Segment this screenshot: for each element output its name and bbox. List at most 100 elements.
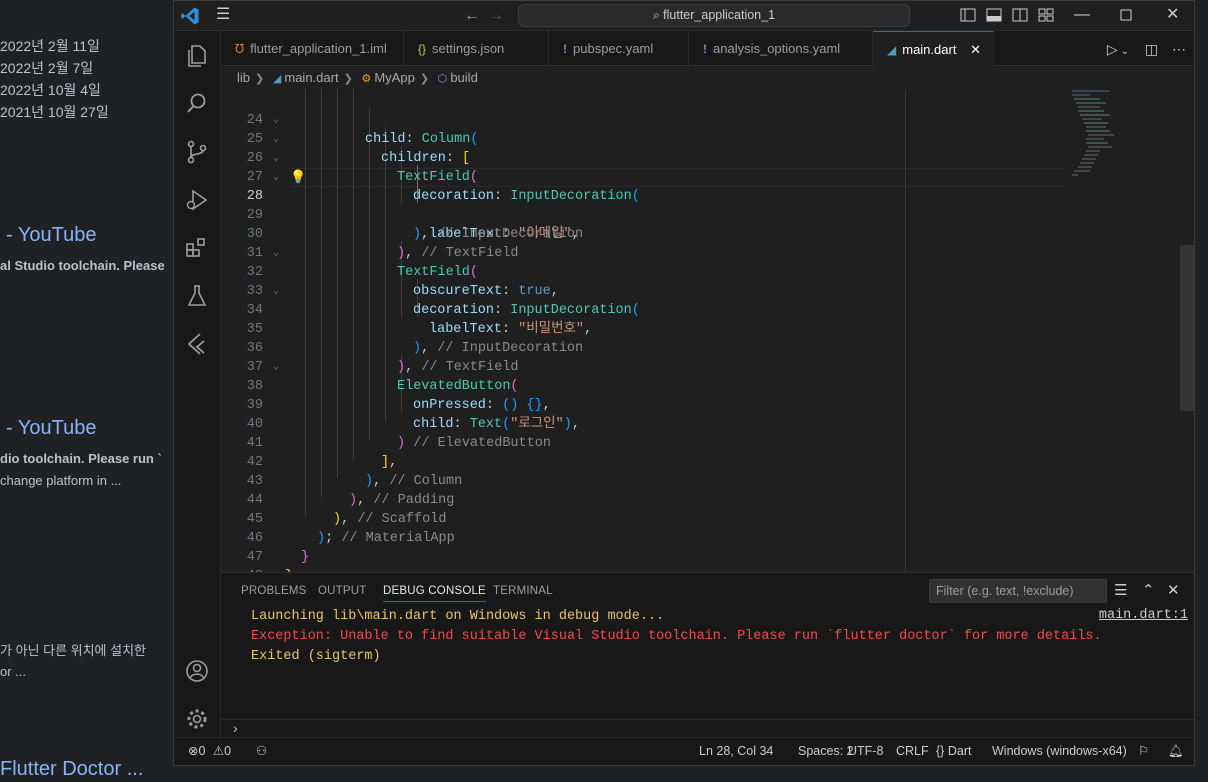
code-line: 30 ), // TextField (221, 206, 1194, 261)
debug-status-icon[interactable]: ⚇ (256, 738, 267, 764)
code-line: 44 ), // Scaffold (221, 472, 1194, 527)
yaml-icon: ! (703, 42, 707, 56)
chevron-right-icon: ❯ (255, 73, 265, 85)
clear-console-icon[interactable]: ☰ (1114, 583, 1127, 599)
code-line: 40 ) // ElevatedButton (221, 396, 1194, 451)
code-line: 38 onPressed: () {}, (221, 358, 1194, 413)
warning-icon: ⚠ (212, 744, 225, 758)
tab-problems[interactable]: PROBLEMS (241, 585, 307, 597)
command-center-search[interactable]: ⌕ flutter_application_1 (518, 4, 910, 27)
code-line: 24 ⌄ child: Column( (221, 92, 1194, 147)
tab-settings-json[interactable]: {} settings.json (404, 31, 549, 66)
result-snippet: dio toolchain. Please run ` (0, 451, 162, 466)
code-line: 37 ⌄ ElevatedButton( (221, 339, 1194, 394)
run-debug-icon[interactable] (184, 187, 210, 213)
scrollbar-thumb[interactable] (1180, 245, 1194, 411)
prompt-chevron-icon: › (233, 720, 238, 736)
chevron-up-icon[interactable]: ⌃ (1142, 583, 1155, 599)
source-location-link[interactable]: main.dart:1 (1099, 608, 1188, 623)
breadcrumb-item[interactable]: lib (237, 70, 250, 85)
settings-gear-icon[interactable] (184, 706, 210, 732)
code-line: 25 ⌄ children: [ (221, 111, 1194, 166)
lightbulb-icon[interactable]: 💡 (290, 168, 306, 187)
result-snippet: al Studio toolchain. Please (0, 258, 165, 273)
breadcrumb-item[interactable]: build (450, 70, 477, 85)
console-line: Exited (sigterm) (251, 649, 381, 664)
filter-input[interactable]: Filter (e.g. text, !exclude) (929, 579, 1107, 603)
split-editor-icon[interactable]: ◫ (1145, 41, 1158, 57)
activity-bar (174, 31, 221, 739)
tab-label: analysis_options.yaml (713, 41, 841, 56)
customize-layout-icon[interactable] (1038, 8, 1054, 22)
rss-icon: ℧ (235, 42, 245, 56)
debug-console-input[interactable]: › (221, 719, 1194, 739)
tab-label: flutter_application_1.iml (250, 41, 387, 56)
close-panel-icon[interactable]: ✕ (1167, 583, 1180, 599)
code-line: 34 labelText: "비밀번호", (221, 282, 1194, 337)
close-window-icon[interactable]: ✕ (1166, 5, 1179, 25)
code-editor[interactable]: 24 ⌄ child: Column( 25 ⌄ children: [ 26 ⌄ T… (221, 89, 1194, 572)
device-status[interactable]: Windows (windows-x64) (992, 738, 1127, 764)
tab-output[interactable]: OUTPUT (318, 585, 366, 597)
tab-flutter-application-iml[interactable]: ℧ flutter_application_1.iml (221, 31, 404, 66)
breadcrumb-item[interactable]: main.dart (284, 70, 338, 85)
explorer-icon[interactable] (184, 43, 210, 69)
editor-actions: ▷ ⌄ ◫ ⋯ (1107, 41, 1186, 58)
warning-count: 0 (224, 744, 232, 758)
editor-scrollbar[interactable] (1180, 89, 1194, 572)
problems-status[interactable]: ⊗0 ⚠0 (188, 738, 231, 764)
menu-icon[interactable]: ☰ (216, 7, 234, 23)
tab-label: settings.json (432, 41, 505, 56)
search-icon[interactable] (184, 91, 210, 117)
result-snippet: 가 아닌 다른 위치에 설치한 (0, 643, 147, 658)
chevron-right-icon: ❯ (419, 73, 430, 85)
flutter-icon[interactable] (184, 331, 210, 357)
code-line: 26 ⌄ TextField( (221, 130, 1194, 185)
language-label: Dart (947, 744, 972, 758)
minimap[interactable] (1070, 89, 1180, 189)
run-icon[interactable]: ▷ (1107, 41, 1118, 57)
code-line: 39 child: Text("로그인"), (221, 377, 1194, 432)
tab-terminal[interactable]: TERMINAL (493, 585, 553, 597)
toggle-primary-sidebar-icon[interactable] (960, 8, 976, 22)
search-icon: ⌕ (652, 8, 660, 22)
result-link[interactable]: Flutter Doctor ... (0, 758, 143, 781)
indentation-status[interactable]: Spaces: 2 (798, 738, 854, 764)
code-line: 31 ⌄ TextField( (221, 225, 1194, 280)
extensions-icon[interactable] (184, 235, 210, 261)
close-tab-icon[interactable]: ✕ (970, 42, 981, 57)
feedback-icon[interactable]: ⚐ (1138, 738, 1149, 764)
result-snippet: or ... (0, 664, 27, 679)
result-link[interactable]: - YouTube (6, 417, 96, 440)
minimize-icon[interactable]: — (1074, 5, 1090, 25)
notifications-bell-icon[interactable]: 🔔︎ (1168, 738, 1184, 764)
more-actions-icon[interactable]: ⋯ (1172, 41, 1186, 57)
chevron-down-icon[interactable]: ⌄ (1121, 46, 1129, 57)
language-mode[interactable]: {} Dart (936, 738, 971, 764)
accounts-icon[interactable] (184, 658, 210, 684)
tab-analysis-options-yaml[interactable]: ! analysis_options.yaml (689, 31, 873, 66)
tab-main-dart[interactable]: ◢ main.dart ✕ (873, 31, 994, 66)
code-line: 47 } (221, 529, 1194, 572)
tab-pubspec-yaml[interactable]: ! pubspec.yaml (549, 31, 689, 66)
result-snippet: change platform in ... (0, 473, 122, 488)
json-icon: {} (418, 42, 427, 56)
cursor-position[interactable]: Ln 28, Col 34 (699, 738, 773, 764)
testing-icon[interactable] (184, 283, 210, 309)
encoding-status[interactable]: UTF-8 (848, 738, 883, 764)
search-label: flutter_application_1 (663, 8, 776, 22)
toggle-panel-icon[interactable] (986, 8, 1002, 22)
maximize-icon[interactable] (1120, 9, 1132, 21)
toggle-secondary-sidebar-icon[interactable] (1012, 8, 1028, 22)
eol-status[interactable]: CRLF (896, 738, 929, 764)
back-icon[interactable]: ← (464, 7, 480, 25)
breadcrumb-item[interactable]: MyApp (374, 70, 414, 85)
forward-icon[interactable]: → (488, 7, 504, 25)
console-error-line: Exception: Unable to find suitable Visua… (251, 629, 1102, 644)
console-line: Launching lib\main.dart on Windows in de… (251, 609, 665, 624)
code-line: 36 ), // TextField (221, 320, 1194, 375)
source-control-icon[interactable] (184, 139, 210, 165)
tab-debug-console[interactable]: DEBUG CONSOLE (383, 585, 486, 602)
dart-icon: ◢ (887, 43, 897, 57)
result-link[interactable]: - YouTube (6, 224, 96, 247)
